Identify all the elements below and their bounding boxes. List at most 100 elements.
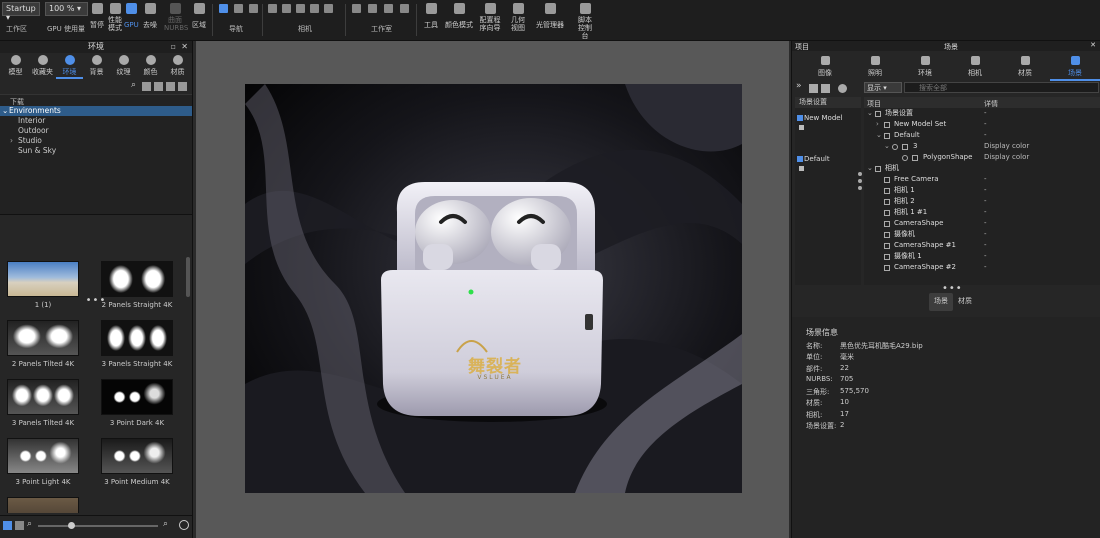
tree-row[interactable]: › New Model Set - — [864, 119, 1100, 130]
color-mode-button[interactable]: 颜色模式 — [444, 3, 474, 29]
env-thumbnail[interactable]: 3 Panels Tilted 4K — [6, 379, 80, 427]
pause-button[interactable]: 暂停 — [90, 3, 104, 29]
tree-row[interactable]: CameraShape - — [864, 218, 1100, 229]
close-icon[interactable]: ✕ — [1090, 41, 1096, 49]
download-icon[interactable] — [249, 4, 258, 13]
env-thumbnail[interactable] — [6, 497, 80, 513]
light-manager-button[interactable]: 光管理器 — [534, 3, 566, 29]
tree-row[interactable]: 相机 1 #1- — [864, 207, 1100, 218]
gear-icon[interactable] — [838, 84, 847, 93]
chevron-down-icon[interactable]: ⌄ — [867, 108, 873, 119]
list-view-icon[interactable] — [15, 521, 24, 530]
env-thumbnail[interactable]: 2 Panels Tilted 4K — [6, 320, 80, 368]
tree-row[interactable]: Free Camera - — [864, 174, 1100, 185]
tab-materials[interactable]: 材质 — [164, 53, 191, 79]
fit-icon[interactable] — [234, 4, 243, 13]
lock-icon[interactable] — [799, 166, 804, 171]
expand-icon[interactable]: » — [796, 81, 805, 91]
tess-nurbs-button[interactable]: 曲面 NURBS — [163, 3, 188, 32]
env-thumbnail[interactable]: 3 Point Dark 4K — [100, 379, 174, 427]
camera-save-icon[interactable] — [296, 4, 305, 13]
tab-materials[interactable]: 材质 — [1000, 51, 1050, 81]
lock-icon[interactable] — [799, 125, 804, 130]
tab-colors[interactable]: 颜色 — [137, 53, 164, 79]
search-input[interactable]: 搜索全部 — [904, 82, 1099, 93]
script-console-button[interactable]: 脚本控制台 — [574, 3, 596, 40]
tab-models[interactable]: 模型 — [2, 53, 29, 79]
folder-remove-icon[interactable] — [178, 82, 187, 91]
denoise-button[interactable]: 去噪 — [143, 3, 157, 29]
render-viewport[interactable]: 舞裂者 VSLUEA — [196, 41, 789, 538]
perf-mode-button[interactable]: 性能模式 — [106, 3, 124, 32]
chevron-down-icon[interactable]: ⌄ — [884, 141, 890, 152]
studio-split-icon[interactable] — [400, 4, 409, 13]
tab-textures[interactable]: 纹理 — [110, 53, 137, 79]
tab-backplates[interactable]: 背景 — [83, 53, 110, 79]
tree-row[interactable]: ⌄ 相机 — [864, 163, 1100, 174]
subtab-materials[interactable]: 材质 — [953, 293, 977, 311]
float-icon[interactable]: ▫ — [171, 41, 176, 53]
grid-scrollbar[interactable] — [186, 257, 190, 297]
subtab-scene[interactable]: 场景 — [929, 293, 953, 311]
tree-item-outdoor[interactable]: Outdoor — [0, 126, 192, 136]
tab-lighting[interactable]: 照明 — [850, 51, 900, 81]
eye-icon[interactable] — [902, 155, 908, 161]
thumbnail-size-slider[interactable] — [38, 525, 158, 527]
chevron-right-icon[interactable]: › — [10, 136, 13, 146]
eye-icon[interactable] — [892, 144, 898, 150]
tree-row[interactable]: 摄像机 - — [864, 229, 1100, 240]
env-thumbnail[interactable]: 1 (1) — [6, 261, 80, 309]
folder-icon[interactable] — [154, 82, 163, 91]
tree-row[interactable]: CameraShape #1- — [864, 240, 1100, 251]
tab-camera[interactable]: 相机 — [950, 51, 1000, 81]
tab-environments[interactable]: 环境 — [56, 53, 83, 79]
set-item-default[interactable]: Default — [797, 155, 830, 163]
add-set-icon[interactable] — [809, 84, 818, 93]
download-circle-icon[interactable] — [179, 520, 189, 530]
refresh-icon[interactable] — [219, 4, 228, 13]
camera-copy-icon[interactable] — [282, 4, 291, 13]
tab-scene[interactable]: 场景 — [1050, 51, 1100, 81]
tree-row[interactable]: PolygonShape Display color — [864, 152, 1100, 163]
gpu-button[interactable]: GPU — [124, 3, 139, 29]
tree-row[interactable]: 相机 2- — [864, 196, 1100, 207]
chevron-down-icon[interactable]: ⌄ — [2, 106, 8, 116]
zoom-out-icon[interactable]: ⌕ — [27, 519, 32, 529]
display-filter-select[interactable]: 显示 ▾ — [864, 82, 902, 93]
tools-button[interactable]: 工具 — [422, 3, 440, 29]
region-button[interactable]: 区域 — [192, 3, 206, 29]
checkbox[interactable] — [797, 115, 803, 121]
add-folder-icon[interactable] — [142, 82, 151, 91]
chevron-down-icon[interactable]: ⌄ — [876, 130, 882, 141]
tree-item-interior[interactable]: Interior — [0, 116, 192, 126]
tab-image[interactable]: 图像 — [800, 51, 850, 81]
zoom-in-icon[interactable]: ⌕ — [163, 519, 168, 529]
geometry-view-button[interactable]: 几何视图 — [508, 3, 528, 32]
env-thumbnail[interactable]: 3 Panels Straight 4K — [100, 320, 174, 368]
env-thumbnail[interactable]: 3 Point Medium 4K — [100, 438, 174, 486]
camera-lock-icon[interactable] — [310, 4, 319, 13]
chevron-down-icon[interactable]: ⌄ — [867, 163, 873, 174]
grid-view-icon[interactable] — [3, 521, 12, 530]
camera-settings-icon[interactable] — [324, 4, 333, 13]
folder-refresh-icon[interactable] — [166, 82, 175, 91]
close-icon[interactable]: ✕ — [181, 41, 188, 53]
studio-view-icon[interactable] — [384, 4, 393, 13]
chevron-right-icon[interactable]: › — [876, 119, 879, 130]
workspace-select[interactable]: Startup ▾ — [2, 2, 40, 22]
tree-row[interactable]: ⌄ 3 Display color — [864, 141, 1100, 152]
tab-favorites[interactable]: 收藏夹 — [29, 53, 56, 79]
config-wizard-button[interactable]: 配置程序向导 — [476, 3, 504, 32]
tree-row[interactable]: 相机 1- — [864, 185, 1100, 196]
tree-item-environments[interactable]: ⌄ Environments — [0, 106, 192, 116]
tree-row[interactable]: ⌄ 场景设置 - — [864, 108, 1100, 119]
tree-row[interactable]: ⌄ Default - — [864, 130, 1100, 141]
zoom-select[interactable]: 100 % ▾ — [45, 2, 88, 16]
studio-back-icon[interactable] — [368, 4, 377, 13]
checkbox[interactable] — [797, 156, 803, 162]
studio-icon[interactable] — [352, 4, 361, 13]
delete-icon[interactable] — [821, 84, 830, 93]
camera-icon[interactable] — [268, 4, 277, 13]
tree-row[interactable]: CameraShape #2- — [864, 262, 1100, 273]
env-thumbnail[interactable]: 2 Panels Straight 4K — [100, 261, 174, 309]
